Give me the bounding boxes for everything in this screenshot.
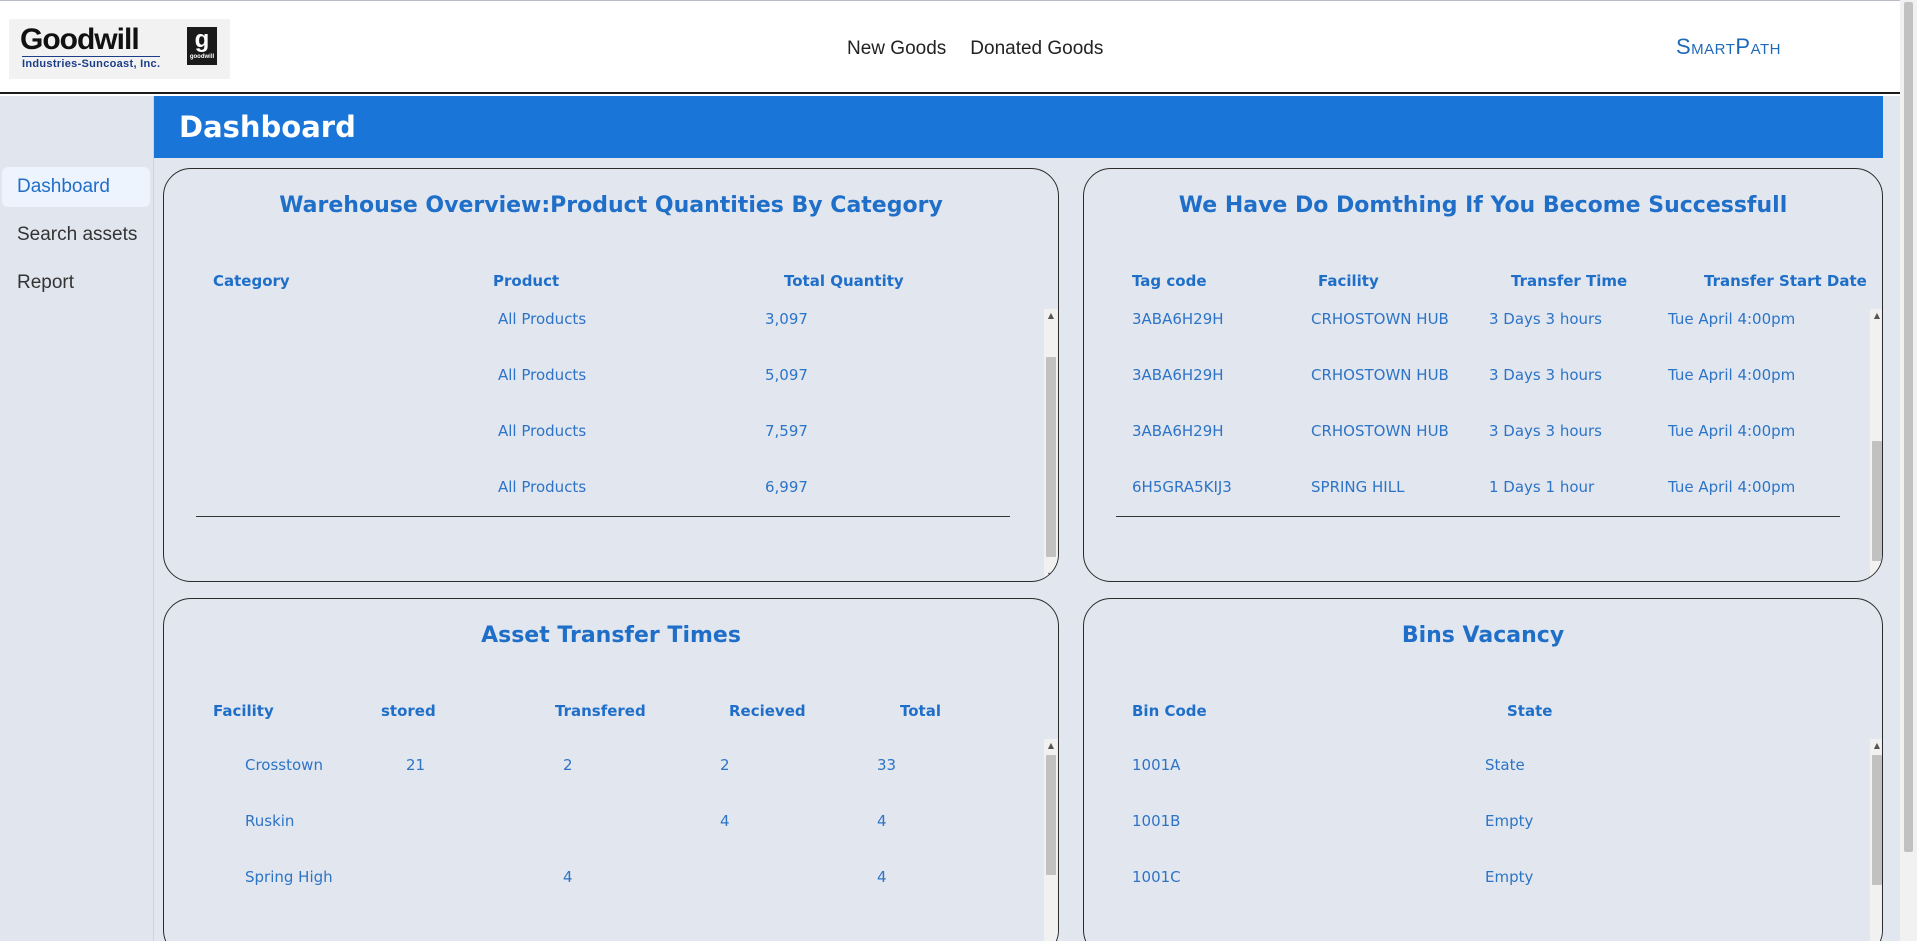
cell-transfer-time: 1 Days 1 hour [1489, 478, 1595, 496]
table-scrollbar[interactable]: ▲ [1044, 739, 1058, 941]
cell-facility: Spring High [245, 868, 333, 886]
cell-state: State [1485, 756, 1525, 774]
scrollbar-thumb[interactable] [1872, 441, 1882, 561]
page-scrollbar-thumb[interactable] [1904, 2, 1913, 852]
smartpath-brand[interactable]: SmartPath [1676, 34, 1781, 60]
scroll-down-icon[interactable]: ▼ [1044, 569, 1058, 581]
panel-title: We Have Do Domthing If You Become Succes… [1178, 193, 1788, 218]
sidebar-item-search-assets[interactable]: Search assets [0, 215, 150, 255]
cell-bin-code: 1001C [1132, 868, 1181, 886]
cell-total: 4 [877, 812, 887, 830]
column-header-product: Product [493, 272, 560, 290]
table-scrollbar[interactable]: ▲ ▼ [1870, 309, 1882, 581]
cell-start-date: Tue April 4:00pm [1668, 478, 1796, 496]
cell-stored: 21 [406, 756, 426, 774]
cell-tag-code: 6H5GRA5KIJ3 [1132, 478, 1232, 496]
top-nav: New Goods Donated Goods [847, 38, 1103, 60]
cell-facility: CRHOSTOWN HUB [1311, 310, 1449, 328]
logo-wordmark: Goodwill [20, 23, 140, 56]
cell-state: Empty [1485, 812, 1534, 830]
cell-quantity: 5,097 [765, 366, 808, 384]
table-divider [196, 516, 1010, 517]
logo-badge: g goodwill [187, 27, 217, 65]
scrollbar-thumb[interactable] [1046, 755, 1056, 875]
cell-facility: CRHOSTOWN HUB [1311, 366, 1449, 384]
page-scrollbar[interactable] [1900, 0, 1917, 941]
cell-facility: SPRING HILL [1311, 478, 1405, 496]
scroll-up-icon[interactable]: ▲ [1044, 739, 1058, 753]
table-scrollbar[interactable]: ▲ [1870, 739, 1882, 941]
sidebar-item-report[interactable]: Report [0, 263, 150, 303]
nav-new-goods[interactable]: New Goods [847, 38, 946, 60]
cell-transfer-time: 3 Days 3 hours [1489, 366, 1602, 384]
nav-donated-goods[interactable]: Donated Goods [970, 38, 1103, 60]
cell-quantity: 3,097 [765, 310, 808, 328]
main-content: Dashboard Warehouse Overview:Product Qua… [154, 96, 1900, 941]
scroll-down-icon[interactable]: ▼ [1870, 569, 1882, 581]
scrollbar-thumb[interactable] [1046, 357, 1056, 557]
cell-transfered: 2 [563, 756, 573, 774]
asset-transfer-times-panel: Asset Transfer Times Facility stored Tra… [163, 598, 1059, 941]
page-title: Dashboard [179, 110, 356, 144]
cell-product: All Products [498, 422, 587, 440]
cell-recieved: 4 [720, 812, 730, 830]
cell-transfer-time: 3 Days 3 hours [1489, 310, 1602, 328]
column-header-facility: Facility [1318, 272, 1379, 290]
bins-vacancy-panel: Bins Vacancy Bin Code State 1001A State … [1083, 598, 1883, 941]
scroll-up-icon[interactable]: ▲ [1870, 309, 1882, 323]
column-header-tag-code: Tag code [1132, 272, 1207, 290]
scroll-up-icon[interactable]: ▲ [1044, 309, 1058, 323]
cell-tag-code: 3ABA6H29H [1132, 310, 1224, 328]
column-header-total-quantity: Total Quantity [784, 272, 904, 290]
column-header-recieved: Recieved [729, 702, 806, 720]
cell-quantity: 6,997 [765, 478, 808, 496]
cell-product: All Products [498, 310, 587, 328]
cell-facility: Crosstown [245, 756, 323, 774]
sidebar: Dashboard Search assets Report [0, 96, 154, 941]
column-header-bin-code: Bin Code [1132, 702, 1207, 720]
panel-title: Asset Transfer Times [481, 623, 741, 648]
cell-bin-code: 1001B [1132, 812, 1181, 830]
cell-transfer-time: 3 Days 3 hours [1489, 422, 1602, 440]
cell-facility: CRHOSTOWN HUB [1311, 422, 1449, 440]
cell-start-date: Tue April 4:00pm [1668, 422, 1796, 440]
panel-title: Bins Vacancy [1401, 623, 1565, 648]
logo-subtitle: Industries-Suncoast, Inc. [22, 56, 161, 70]
cell-start-date: Tue April 4:00pm [1668, 310, 1796, 328]
cell-total: 33 [877, 756, 897, 774]
cell-tag-code: 3ABA6H29H [1132, 422, 1224, 440]
cell-tag-code: 3ABA6H29H [1132, 366, 1224, 384]
transfers-panel: We Have Do Domthing If You Become Succes… [1083, 168, 1883, 582]
table-divider [1116, 516, 1840, 517]
cell-total: 4 [877, 868, 887, 886]
cell-facility: Ruskin [245, 812, 295, 830]
cell-product: All Products [498, 478, 587, 496]
column-header-category: Category [213, 272, 290, 290]
scrollbar-thumb[interactable] [1872, 755, 1882, 885]
top-header: Goodwill g goodwill Industries-Suncoast, … [0, 0, 1900, 94]
cell-state: Empty [1485, 868, 1534, 886]
table-scrollbar[interactable]: ▲ ▼ [1044, 309, 1058, 581]
column-header-stored: stored [381, 702, 436, 720]
column-header-transfer-time: Transfer Time [1511, 272, 1628, 290]
cell-start-date: Tue April 4:00pm [1668, 366, 1796, 384]
column-header-facility: Facility [213, 702, 274, 720]
sidebar-item-dashboard[interactable]: Dashboard [2, 167, 150, 207]
panel-title: Warehouse Overview:Product Quantities By… [279, 193, 943, 218]
column-header-transfer-start-date: Transfer Start Date [1704, 272, 1867, 290]
warehouse-overview-panel: Warehouse Overview:Product Quantities By… [163, 168, 1059, 582]
cell-quantity: 7,597 [765, 422, 808, 440]
column-header-state: State [1507, 702, 1553, 720]
cell-recieved: 2 [720, 756, 730, 774]
cell-product: All Products [498, 366, 587, 384]
column-header-transfered: Transfered [555, 702, 646, 720]
column-header-total: Total [900, 702, 941, 720]
cell-bin-code: 1001A [1132, 756, 1181, 774]
goodwill-logo[interactable]: Goodwill g goodwill Industries-Suncoast, … [9, 19, 230, 79]
page-title-bar: Dashboard [154, 96, 1883, 158]
cell-transfered: 4 [563, 868, 573, 886]
scroll-up-icon[interactable]: ▲ [1870, 739, 1882, 753]
